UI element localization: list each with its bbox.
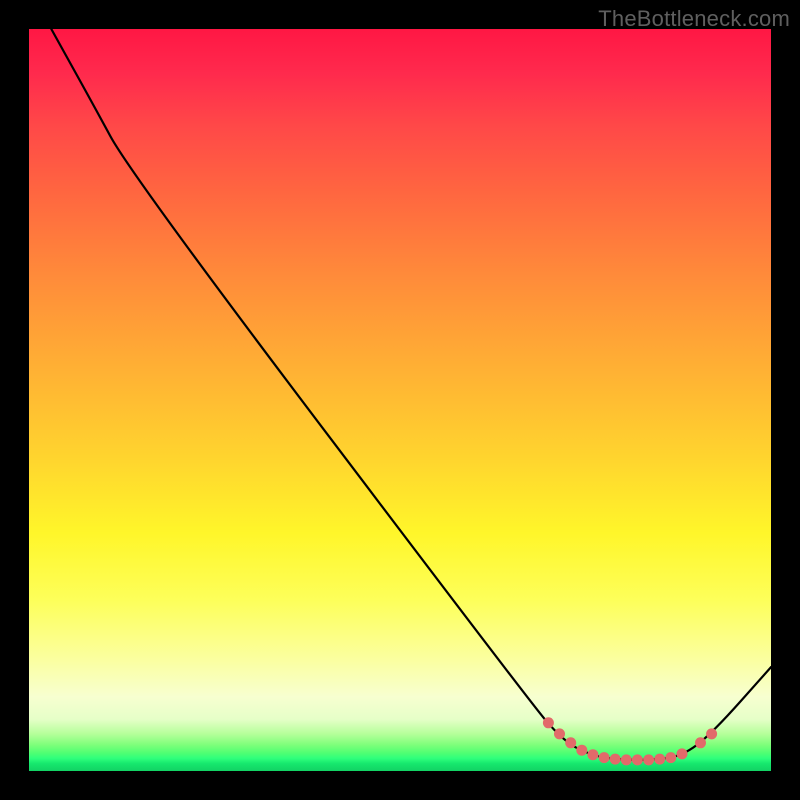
marker-dot: [695, 737, 706, 748]
marker-dot: [706, 728, 717, 739]
marker-dot: [610, 754, 621, 765]
marker-dot: [587, 749, 598, 760]
chart-frame: TheBottleneck.com: [0, 0, 800, 800]
watermark-text: TheBottleneck.com: [598, 6, 790, 32]
marker-dot: [554, 728, 565, 739]
marker-dot: [599, 752, 610, 763]
marker-dot: [643, 754, 654, 765]
marker-dot: [665, 752, 676, 763]
optimal-range-markers: [543, 717, 717, 765]
marker-dot: [677, 748, 688, 759]
marker-dot: [632, 754, 643, 765]
marker-dot: [543, 717, 554, 728]
marker-dot: [621, 754, 632, 765]
curve-layer: [29, 29, 771, 771]
bottleneck-curve: [51, 29, 771, 760]
marker-dot: [654, 754, 665, 765]
marker-dot: [576, 745, 587, 756]
marker-dot: [565, 737, 576, 748]
